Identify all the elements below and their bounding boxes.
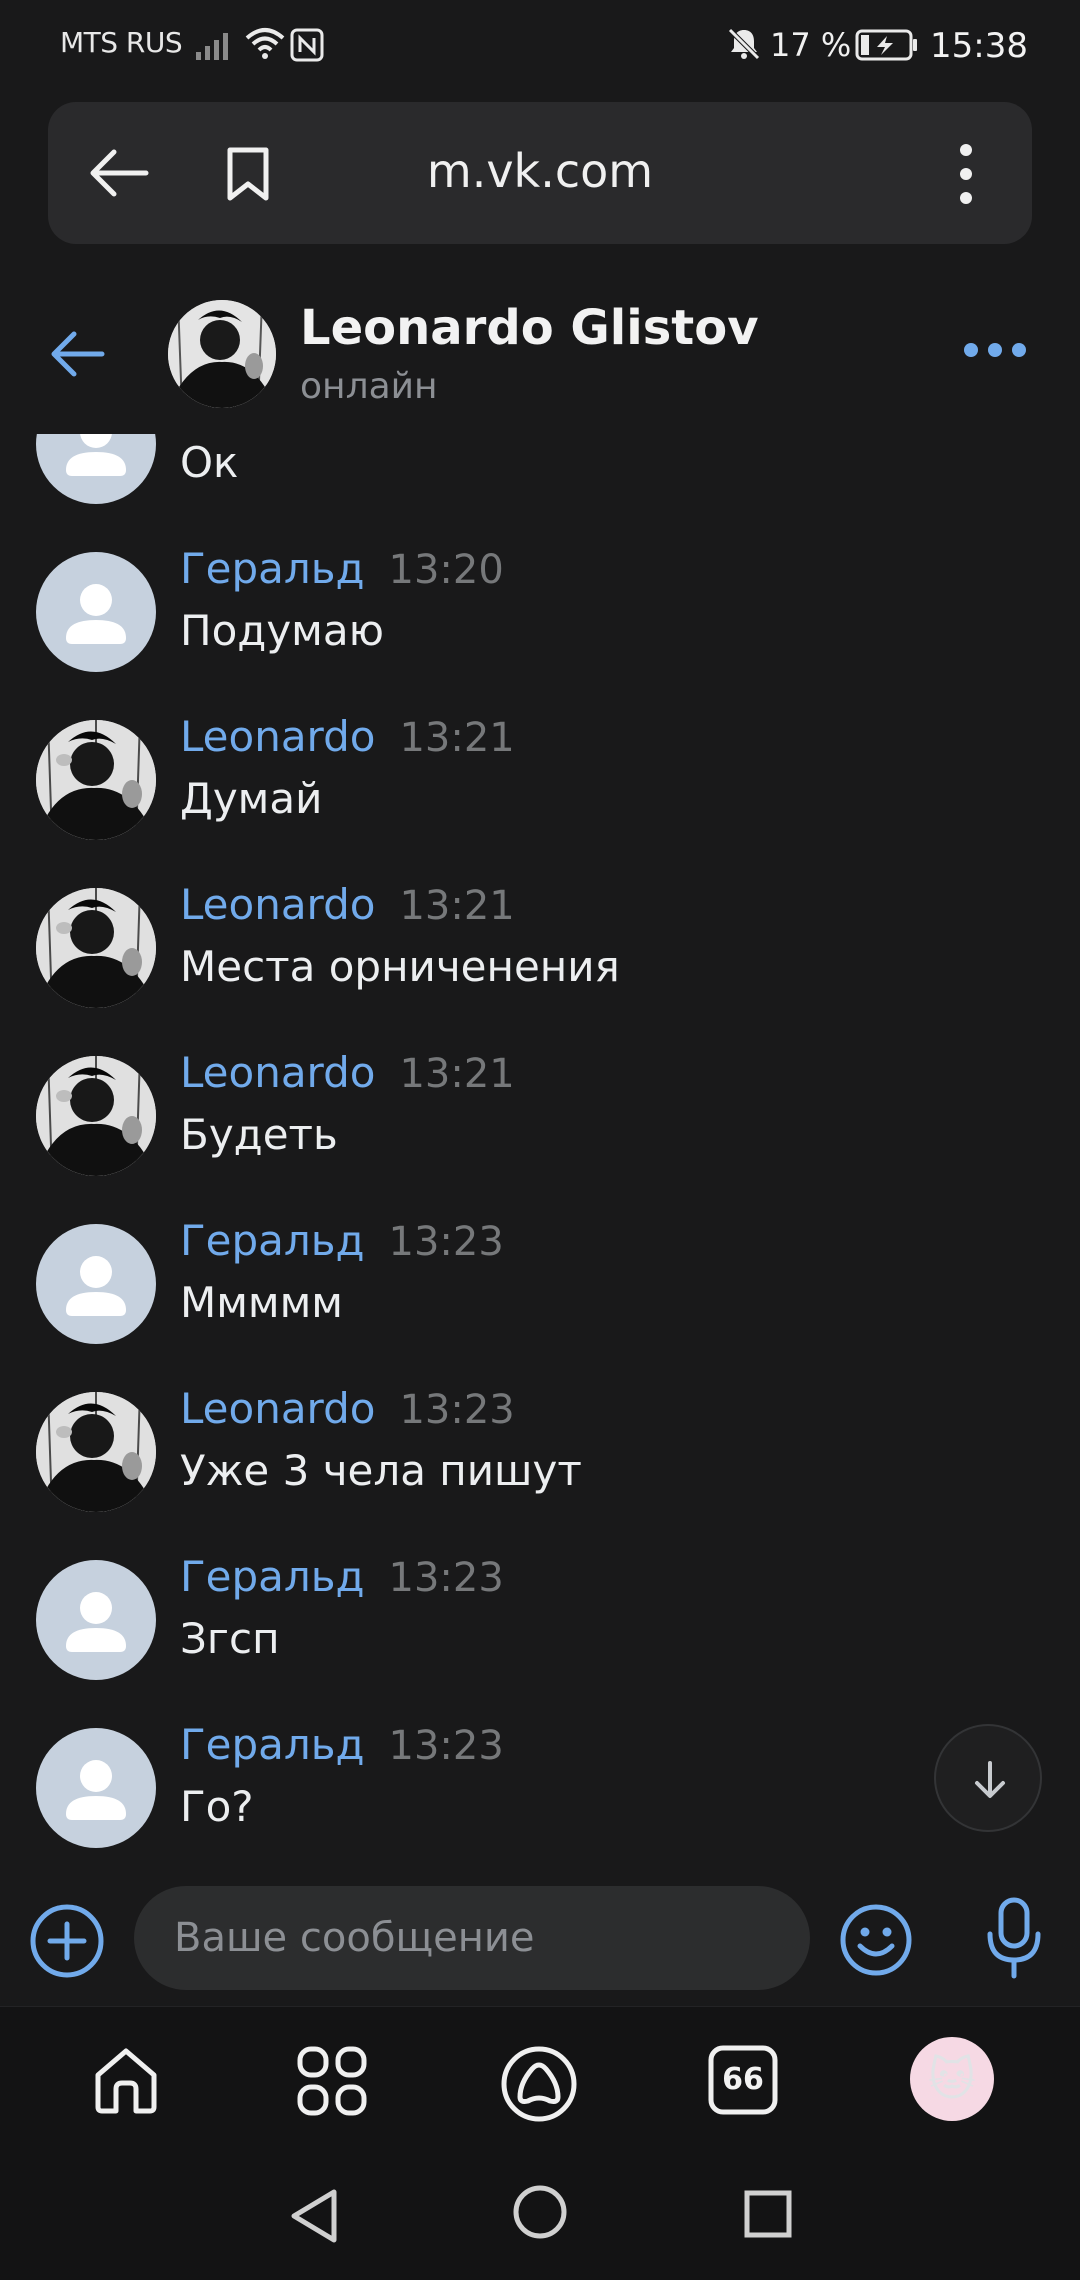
message-text: Подумаю: [180, 606, 384, 655]
message-meta: Leonardo 13:23: [180, 1384, 515, 1433]
message-row[interactable]: Leonardo 13:21 Места орниченения: [0, 880, 1080, 1048]
message-list[interactable]: Геральд13:20ОкГеральд13:20ПодумаюLeonard…: [0, 434, 1080, 1866]
contact-message-avatar[interactable]: [36, 1056, 156, 1176]
message-text: Згсп: [180, 1614, 280, 1663]
message-row[interactable]: Геральд13:20Ок: [0, 434, 1080, 544]
message-time: 13:23: [388, 1723, 504, 1769]
message-meta: Геральд 13:20: [180, 544, 504, 593]
apps-grid-icon[interactable]: [296, 2045, 368, 2117]
message-time: 13:21: [399, 883, 515, 929]
profile-avatar[interactable]: 🐱: [910, 2037, 994, 2121]
default-user-avatar[interactable]: [36, 1728, 156, 1848]
browser-bottom-nav: 66 🐱: [0, 2006, 1080, 2156]
message-text: Ммммм: [180, 1278, 343, 1327]
default-user-avatar[interactable]: [36, 1224, 156, 1344]
message-meta: Геральд 13:23: [180, 1720, 504, 1769]
contact-name[interactable]: Leonardo Glistov: [300, 300, 758, 356]
message-meta: Leonardo 13:21: [180, 712, 515, 761]
message-row[interactable]: Геральд 13:23 Згсп: [0, 1552, 1080, 1720]
message-text: Го?: [180, 1782, 254, 1831]
default-user-avatar[interactable]: [36, 552, 156, 672]
status-bar: MTS RUS 17 % 15:38: [0, 0, 1080, 92]
message-text: Ок: [180, 438, 239, 487]
message-input[interactable]: [174, 1886, 774, 1990]
message-meta: Leonardo 13:21: [180, 1048, 515, 1097]
message-author[interactable]: Геральд: [180, 1720, 365, 1769]
message-author[interactable]: Leonardo: [180, 712, 375, 761]
message-time: 13:23: [388, 1555, 504, 1601]
mute-icon: [728, 28, 760, 60]
message-text: Места орниченения: [180, 942, 620, 991]
message-composer: [0, 1866, 1080, 2006]
message-time: 13:21: [399, 1051, 515, 1097]
url-text[interactable]: m.vk.com: [48, 144, 1032, 198]
contact-message-avatar[interactable]: [36, 720, 156, 840]
wifi-icon: [245, 28, 285, 59]
message-meta: Геральд 13:23: [180, 1216, 504, 1265]
contact-avatar[interactable]: [168, 300, 276, 408]
message-row[interactable]: Leonardo 13:23 Уже 3 чела пишут: [0, 1384, 1080, 1552]
message-text: Будеть: [180, 1110, 338, 1159]
scroll-to-bottom-button[interactable]: [934, 1724, 1042, 1832]
contact-message-avatar[interactable]: [36, 888, 156, 1008]
message-author[interactable]: Leonardo: [180, 1384, 375, 1433]
message-text: Уже 3 чела пишут: [180, 1446, 582, 1495]
tabs-button[interactable]: 66: [708, 2045, 778, 2115]
attach-plus-icon[interactable]: [28, 1902, 106, 1980]
home-icon[interactable]: [90, 2045, 162, 2117]
signal-icon: [196, 33, 228, 60]
system-home-icon[interactable]: [512, 2184, 568, 2240]
message-author[interactable]: Геральд: [180, 1216, 365, 1265]
emoji-icon[interactable]: [838, 1902, 914, 1978]
contact-status: онлайн: [300, 366, 438, 407]
chat-header: Leonardo Glistov онлайн: [0, 282, 1080, 432]
battery-percent: 17 %: [770, 26, 852, 64]
message-row[interactable]: Leonardo 13:21 Будеть: [0, 1048, 1080, 1216]
message-input-box[interactable]: [134, 1886, 810, 1990]
message-time: 13:23: [399, 1387, 515, 1433]
message-meta: Геральд 13:23: [180, 1552, 504, 1601]
clock: 15:38: [930, 26, 1028, 66]
microphone-icon[interactable]: [984, 1896, 1044, 1980]
message-row[interactable]: Leonardo 13:21 Думай: [0, 712, 1080, 880]
message-row[interactable]: Геральд 13:23 Го?: [0, 1720, 1080, 1866]
nfc-icon: [290, 28, 324, 62]
default-user-avatar[interactable]: [36, 434, 156, 504]
alice-assistant-icon[interactable]: [500, 2045, 578, 2123]
message-row[interactable]: Геральд 13:23 Ммммм: [0, 1216, 1080, 1384]
default-user-avatar[interactable]: [36, 1560, 156, 1680]
chat-back-icon[interactable]: [46, 322, 110, 386]
message-time: 13:21: [399, 715, 515, 761]
system-recents-icon[interactable]: [744, 2190, 792, 2238]
battery-charging-icon: [855, 29, 917, 61]
contact-message-avatar[interactable]: [36, 1392, 156, 1512]
system-back-icon[interactable]: [286, 2186, 340, 2246]
browser-address-bar: m.vk.com: [48, 102, 1032, 244]
message-time: 13:23: [388, 1219, 504, 1265]
arrow-down-icon: [975, 1761, 1005, 1798]
message-meta: Leonardo 13:21: [180, 880, 515, 929]
message-author[interactable]: Геральд: [180, 1552, 365, 1601]
message-time: 13:20: [388, 547, 504, 593]
message-author[interactable]: Leonardo: [180, 880, 375, 929]
browser-menu-icon[interactable]: [954, 142, 978, 206]
message-row[interactable]: Геральд 13:20 Подумаю: [0, 544, 1080, 712]
message-text: Думай: [180, 774, 323, 823]
tabs-count: 66: [722, 2062, 764, 2097]
message-author[interactable]: Геральд: [180, 544, 365, 593]
carrier-label: MTS RUS: [60, 26, 183, 59]
screen: MTS RUS 17 % 15:38 m.vk.com Leonardo Gli…: [0, 0, 1080, 2280]
system-navigation-bar: [0, 2156, 1080, 2280]
more-options-icon[interactable]: [962, 340, 1028, 360]
message-author[interactable]: Leonardo: [180, 1048, 375, 1097]
